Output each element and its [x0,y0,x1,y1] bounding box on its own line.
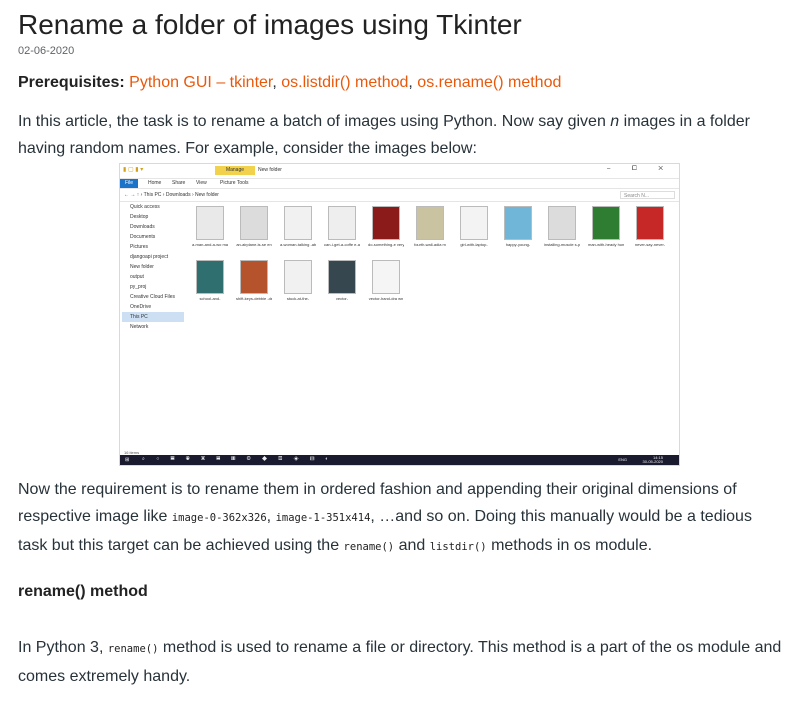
taskbar-language: ENG [618,457,627,462]
windows-taskbar: ⊞ ⌕ ○ ▦ ◉ ▣ ▤ ▥ ◍ ◆ ▧ ◈ ▨ ◐ ENG 14:15 30-… [120,455,679,465]
nav-item: Quick access [130,204,160,210]
nav-item-selected: This PC [122,312,184,322]
home-tab: Home [148,180,162,186]
windows-start-icon: ⊞ [125,457,130,463]
nav-item: Creative Cloud Files [130,294,176,300]
taskbar-app-icons: ⌕ ○ ▦ ◉ ▣ ▤ ▥ ◍ ◆ ▧ ◈ ▨ ◐ [142,456,334,462]
prereq-label: Prerequisites: [18,74,125,91]
inline-code: listdir() [429,541,487,553]
file-thumbnail: school-and- [192,260,228,301]
file-thumbnail: fourth-wall-adia m [412,206,448,247]
prereq-separator: , [272,74,282,91]
link-os-rename[interactable]: os.rename() method [417,74,561,91]
file-thumbnail: girl-with-laptop- [456,206,492,247]
article-title: Rename a folder of images using Tkinter [18,9,522,40]
nav-item: OneDrive [130,304,152,310]
nav-item: Downloads [130,224,155,230]
nav-item: djangoapi project [130,254,169,260]
nav-item: Desktop [130,214,149,220]
file-thumbnail: man-with-heady humor [588,206,624,247]
nav-item: Pictures [130,244,149,250]
article: Rename a folder of images using Tkinter … [0,0,801,162]
file-thumbnail: do-something-e very-day-tgrov [368,206,404,247]
file-thumbnail: a-woman-talking -about-her- [280,206,316,247]
requirement-paragraph: Now the requirement is to rename them in… [18,481,752,554]
file-thumbnail: vector-hand-dra wn [368,260,404,301]
view-tab: View [196,180,207,186]
intro-paragraph: In this article, the task is to rename a… [18,113,750,157]
nav-item: Network [130,324,149,330]
file-thumbnail: never-say-never- [632,206,668,247]
file-thumbnail: an-airplane-is-se en [236,206,272,247]
folder-icon: ▮ ▢ ▮ ▾ [123,167,144,173]
manage-tab: Manage [215,166,255,175]
link-python-gui-tkinter[interactable]: Python GUI – tkinter [129,74,272,91]
nav-item: output [130,274,144,280]
article-date: 02-06-2020 [18,45,75,57]
link-os-listdir[interactable]: os.listdir() method [281,74,408,91]
prerequisites: Prerequisites: Python GUI – tkinter, os.… [18,73,783,93]
file-thumbnail: shift-keys-debbie -dewitt- [236,260,272,301]
nav-item: Documents [130,234,156,240]
rename-paragraph: In Python 3, rename() method is used to … [18,639,782,685]
navigation-pane: Quick access Desktop Downloads Documents… [122,202,184,449]
window-titlebar: ▮ ▢ ▮ ▾ Manage New folder – ⧠ ✕ [120,164,679,179]
share-tab: Share [172,180,186,186]
search-box: Search N... [620,191,675,199]
inline-code: image-0-362x326 [171,512,267,524]
file-thumbnail: happy-young- [500,206,536,247]
ribbon: File Home Share View Picture Tools [120,179,679,189]
file-thumbnail: installing-muscle s-please [544,206,580,247]
window-controls: – ⧠ ✕ [606,166,673,172]
nav-item: New folder [130,264,154,270]
picture-tools-tab: Picture Tools [220,180,249,186]
address-path: ← → ↑ › This PC › Downloads › New folder [124,192,219,198]
file-thumbnail: can-i-get-a-coffe e-and-a- [324,206,360,247]
file-tab: File [120,179,138,188]
inline-code: rename() [107,643,159,655]
section-heading-rename: rename() method [18,583,148,600]
file-thumbnail: stuck-at-the- [280,260,316,301]
window-title: New folder [258,167,282,173]
nav-item: py_proj [130,284,147,290]
inline-code: image-1-351x414 [275,512,371,524]
inline-code: rename() [343,541,395,553]
file-thumbnail: a-man-and-a-wo man [192,206,228,247]
file-thumbnail: vector- [324,260,360,301]
prereq-separator: , [408,74,418,91]
address-bar: ← → ↑ › This PC › Downloads › New folder… [120,189,679,202]
explorer-screenshot: ▮ ▢ ▮ ▾ Manage New folder – ⧠ ✕ File Hom… [119,163,680,466]
taskbar-clock: 14:15 30-05-2020 [642,455,663,464]
